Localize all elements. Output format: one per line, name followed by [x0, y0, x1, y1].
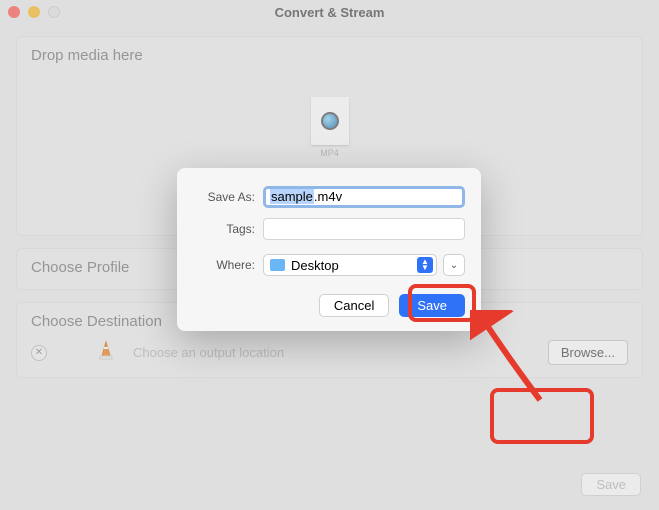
clear-destination-button[interactable]: ✕	[31, 345, 47, 361]
media-file[interactable]: MP4	[307, 97, 353, 158]
media-file-ext: MP4	[307, 148, 353, 158]
where-value: Desktop	[291, 258, 339, 273]
save-button[interactable]: Save	[399, 294, 465, 317]
save-as-input[interactable]: sample.m4v	[263, 186, 465, 208]
save-dialog: Save As: sample.m4v Tags: Where: Desktop…	[177, 168, 481, 331]
vlc-cone-icon	[97, 340, 115, 365]
filename-extension: .m4v	[314, 189, 342, 204]
tags-label: Tags:	[193, 222, 255, 236]
drop-media-title: Drop media here	[31, 47, 628, 64]
browse-button[interactable]: Browse...	[548, 340, 628, 365]
folder-icon	[270, 259, 285, 271]
expand-button[interactable]: ⌄	[443, 254, 465, 276]
cancel-button[interactable]: Cancel	[319, 294, 389, 317]
titlebar: Convert & Stream	[0, 0, 659, 24]
quicktime-icon	[311, 97, 349, 145]
save-as-label: Save As:	[193, 190, 255, 204]
destination-row: ✕ Choose an output location Browse...	[31, 340, 628, 365]
main-save-button[interactable]: Save	[581, 473, 641, 496]
where-select[interactable]: Desktop ▲▼	[263, 254, 437, 276]
updown-icon: ▲▼	[417, 257, 433, 273]
tags-input[interactable]	[263, 218, 465, 240]
window-title: Convert & Stream	[0, 5, 659, 20]
annotation-highlight-browse	[490, 388, 594, 444]
filename-selection: sample	[270, 189, 314, 204]
where-label: Where:	[193, 258, 255, 272]
chevron-down-icon: ⌄	[450, 260, 458, 271]
destination-placeholder: Choose an output location	[133, 345, 284, 360]
